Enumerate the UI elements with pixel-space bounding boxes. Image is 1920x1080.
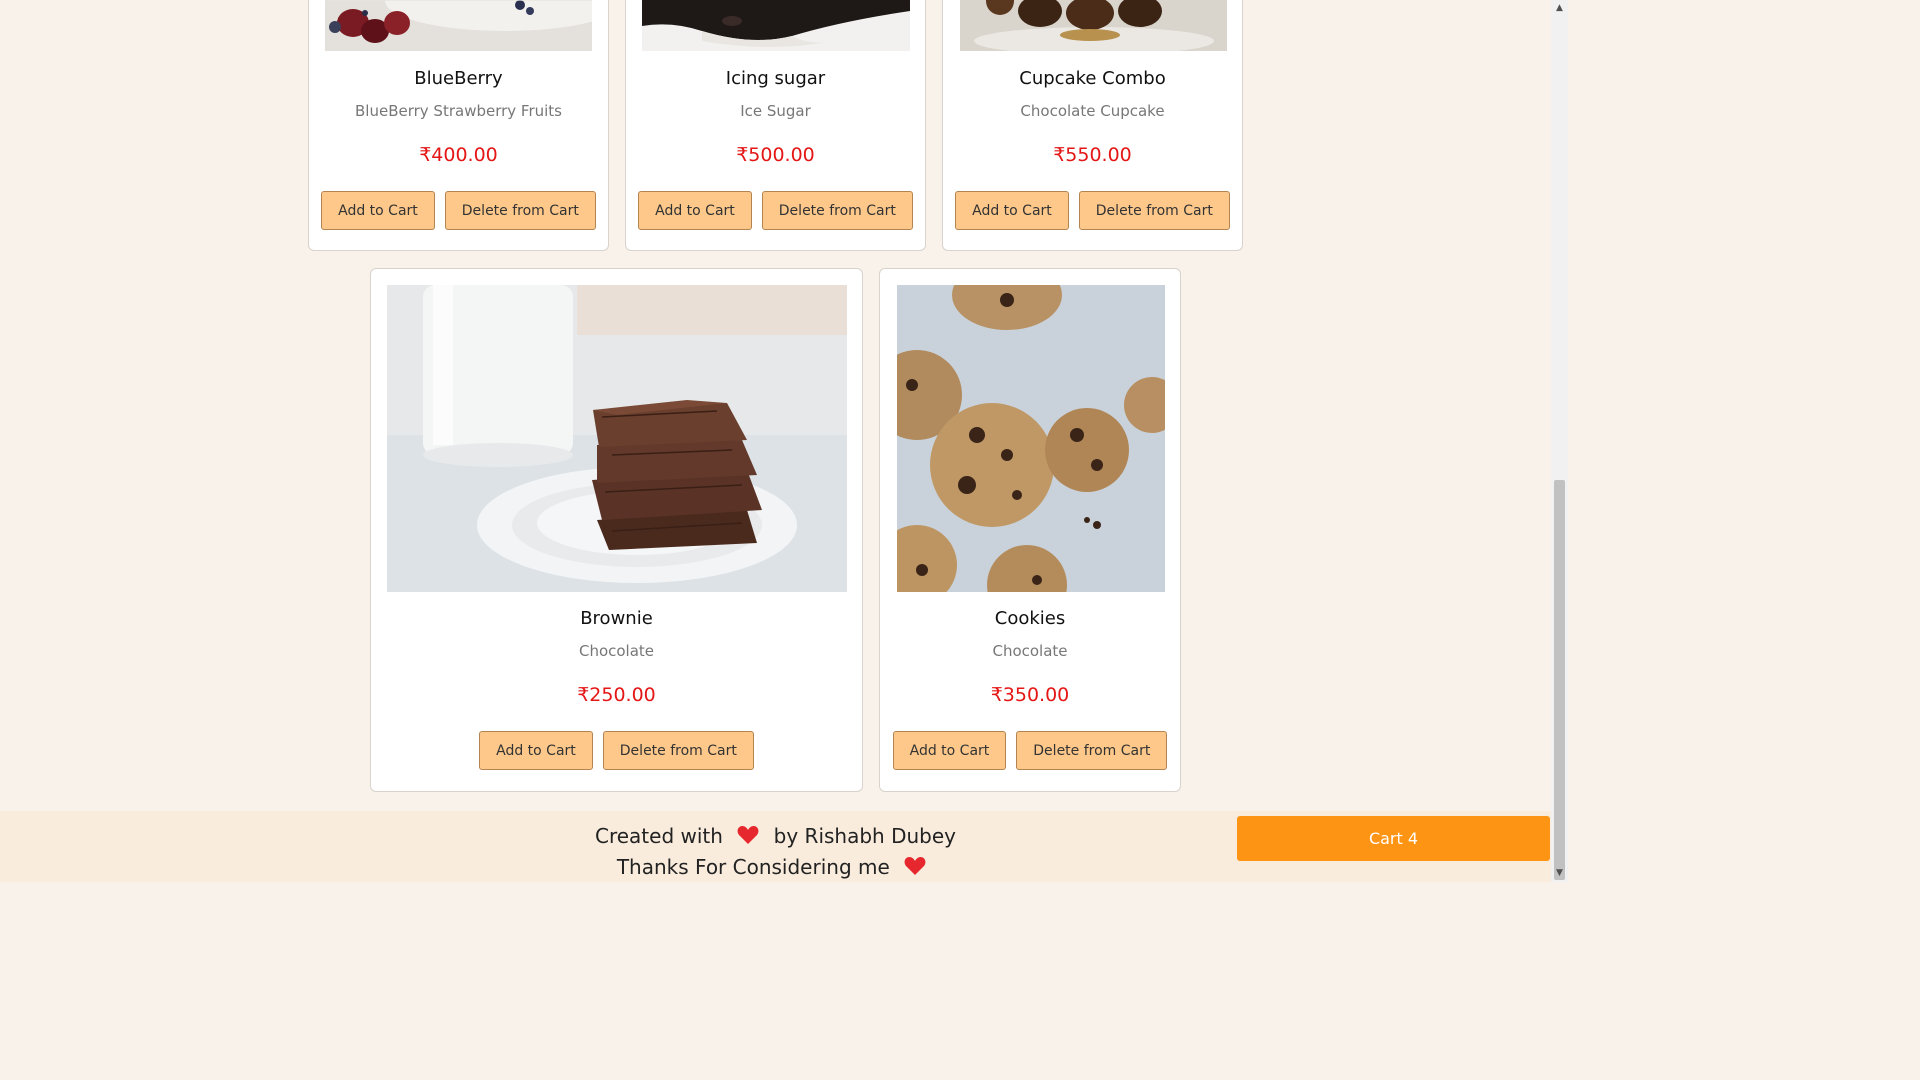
page: BlueBerry BlueBerry Strawberry Fruits ₹4… — [0, 0, 1568, 882]
add-to-cart-button[interactable]: Add to Cart — [955, 191, 1069, 230]
product-price: ₹500.00 — [736, 144, 815, 166]
product-image-icing-sugar — [642, 0, 910, 51]
product-actions: Add to Cart Delete from Cart — [309, 191, 608, 230]
product-actions: Add to Cart Delete from Cart — [880, 731, 1180, 770]
delete-from-cart-button[interactable]: Delete from Cart — [1078, 191, 1230, 230]
product-price: ₹350.00 — [990, 684, 1070, 706]
product-card-blueberry: BlueBerry BlueBerry Strawberry Fruits ₹4… — [308, 0, 609, 251]
heart-icon — [904, 856, 926, 881]
product-price: ₹400.00 — [419, 144, 498, 166]
product-image-cookies — [897, 285, 1165, 592]
product-card-brownie: Brownie Chocolate ₹250.00 Add to Cart De… — [370, 268, 863, 792]
product-price: ₹250.00 — [577, 684, 656, 706]
product-title: Cookies — [994, 608, 1066, 629]
add-to-cart-button[interactable]: Add to Cart — [479, 731, 593, 770]
product-actions: Add to Cart Delete from Cart — [371, 731, 862, 770]
product-price: ₹550.00 — [1053, 144, 1132, 166]
add-to-cart-button[interactable]: Add to Cart — [638, 191, 752, 230]
delete-from-cart-button[interactable]: Delete from Cart — [602, 731, 754, 770]
scroll-up-icon[interactable]: ▲ — [1551, 0, 1568, 17]
product-title: Icing sugar — [725, 68, 826, 89]
product-description: Chocolate — [992, 642, 1068, 660]
delete-from-cart-button[interactable]: Delete from Cart — [1016, 731, 1168, 770]
cart-button[interactable]: Cart 4 — [1237, 816, 1550, 861]
footer-thanks-text: Thanks For Considering me — [616, 855, 890, 879]
delete-from-cart-button[interactable]: Delete from Cart — [444, 191, 596, 230]
footer-created-prefix: Created with — [594, 824, 723, 848]
delete-from-cart-button[interactable]: Delete from Cart — [761, 191, 913, 230]
product-description: Ice Sugar — [740, 102, 811, 120]
product-actions: Add to Cart Delete from Cart — [943, 191, 1242, 230]
add-to-cart-button[interactable]: Add to Cart — [892, 731, 1007, 770]
product-actions: Add to Cart Delete from Cart — [626, 191, 925, 230]
product-image-blueberry — [325, 0, 592, 51]
product-card-cookies: Cookies Chocolate ₹350.00 Add to Cart De… — [879, 268, 1181, 792]
product-title: Cupcake Combo — [1019, 68, 1166, 89]
product-description: Chocolate Cupcake — [1020, 102, 1165, 120]
product-title: Brownie — [580, 608, 653, 629]
product-title: BlueBerry — [414, 68, 503, 89]
product-card-cupcake-combo: Cupcake Combo Chocolate Cupcake ₹550.00 … — [942, 0, 1243, 251]
scroll-down-icon[interactable]: ▼ — [1551, 865, 1568, 882]
product-description: BlueBerry Strawberry Fruits — [355, 102, 562, 120]
footer-created-suffix: by Rishabh Dubey — [773, 824, 956, 848]
product-description: Chocolate — [578, 642, 655, 660]
scrollbar-thumb[interactable] — [1554, 480, 1565, 880]
heart-icon — [737, 825, 759, 850]
add-to-cart-button[interactable]: Add to Cart — [321, 191, 435, 230]
product-image-brownie — [387, 285, 847, 592]
product-image-cupcake-combo — [960, 0, 1227, 51]
product-card-icing-sugar: Icing sugar Ice Sugar ₹500.00 Add to Car… — [625, 0, 926, 251]
scrollbar[interactable]: ▲ ▼ — [1551, 0, 1568, 882]
